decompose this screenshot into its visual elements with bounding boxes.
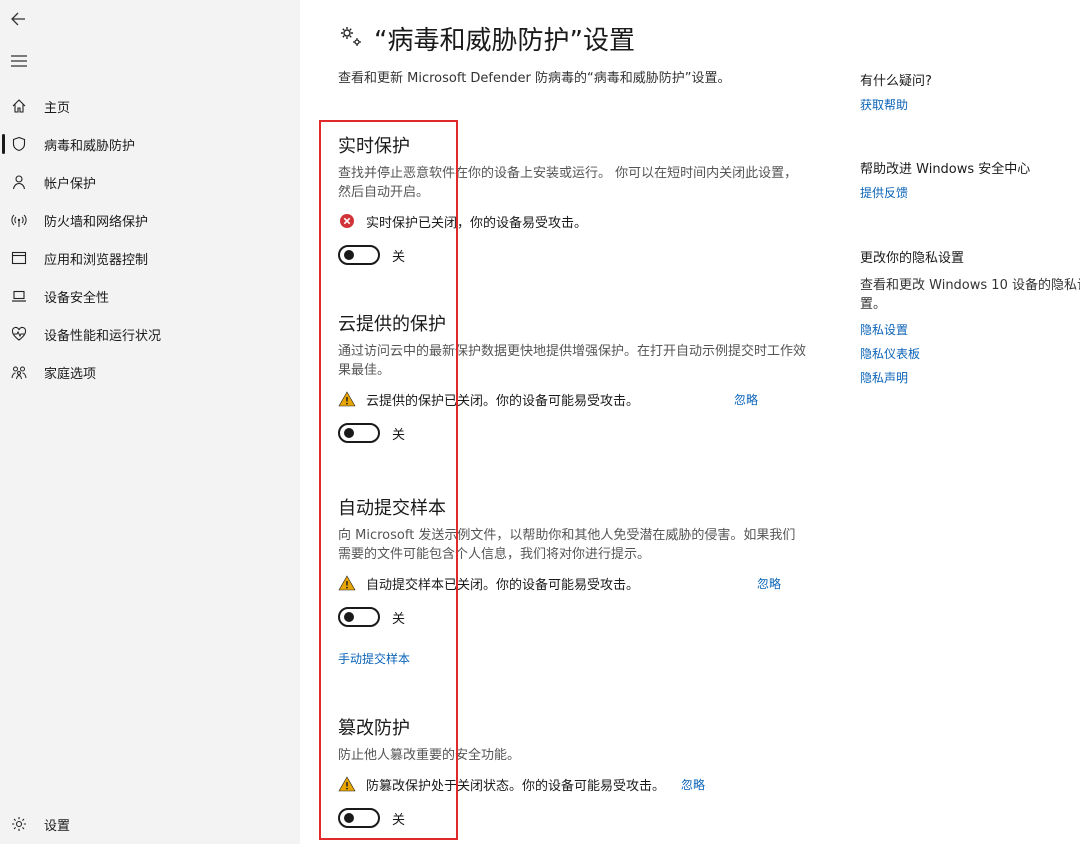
section-title: 云提供的保护 xyxy=(338,314,446,335)
section-title: 实时保护 xyxy=(338,136,410,157)
sidebar-item-label: 病毒和威胁防护 xyxy=(44,138,136,154)
toggle-row: 关 xyxy=(338,422,808,444)
back-arrow-icon xyxy=(11,12,25,26)
alert-text: 实时保护已关闭，你的设备易受攻击。 xyxy=(366,215,588,231)
privacy-dashboard-link[interactable]: 隐私仪表板 xyxy=(860,345,1080,362)
right-panel: 有什么疑问? 获取帮助 帮助改进 Windows 安全中心 提供反馈 更改你的隐… xyxy=(860,0,1080,844)
settings-gears-icon xyxy=(338,24,364,54)
page-header: “病毒和威胁防护”设置 xyxy=(338,20,635,57)
tamper-protection-toggle[interactable] xyxy=(338,808,380,828)
warning-icon xyxy=(338,775,356,793)
sidebar-item-label: 帐户保护 xyxy=(44,176,97,192)
sidebar-item-label: 设备性能和运行状况 xyxy=(44,328,162,344)
dismiss-link[interactable]: 忽略 xyxy=(757,575,781,592)
alert-text: 云提供的保护已关闭。你的设备可能易受攻击。 xyxy=(366,393,640,409)
alert-text: 防篡改保护处于关闭状态。你的设备可能易受攻击。 xyxy=(366,778,666,794)
gear-icon xyxy=(10,815,28,833)
alert-row: 防篡改保护处于关闭状态。你的设备可能易受攻击。 忽略 xyxy=(338,773,808,795)
heart-pulse-icon xyxy=(10,325,28,343)
sidebar-nav: 主页 病毒和威胁防护 帐户保护 防火墙和网络保护 应用和浏览器控制 设备安全性 … xyxy=(0,87,300,391)
section-description: 查找并停止恶意软件在你的设备上安装或运行。 你可以在短时间内关闭此设置，然后自动… xyxy=(338,166,798,200)
sidebar-item-device-security[interactable]: 设备安全性 xyxy=(0,277,300,315)
section-tamper-protection: 篡改防护 防止他人篡改重要的安全功能。 防篡改保护处于关闭状态。你的设备可能易受… xyxy=(338,714,808,829)
sidebar-item-label: 设置 xyxy=(44,818,71,834)
sidebar-item-family-options[interactable]: 家庭选项 xyxy=(0,353,300,391)
sidebar-item-device-health[interactable]: 设备性能和运行状况 xyxy=(0,315,300,353)
alert-row: 实时保护已关闭，你的设备易受攻击。 xyxy=(338,210,808,232)
sidebar-item-label: 应用和浏览器控制 xyxy=(44,252,149,268)
page-title: “病毒和威胁防护”设置 xyxy=(374,26,635,56)
sidebar-item-firewall[interactable]: 防火墙和网络保护 xyxy=(0,201,300,239)
dismiss-link[interactable]: 忽略 xyxy=(734,391,758,408)
section-title: 自动提交样本 xyxy=(338,498,446,519)
toggle-knob xyxy=(344,250,354,260)
help-title: 有什么疑问? xyxy=(860,74,932,89)
section-realtime-protection: 实时保护 查找并停止恶意软件在你的设备上安装或运行。 你可以在短时间内关闭此设置… xyxy=(338,132,808,266)
page-description: 查看和更新 Microsoft Defender 防病毒的“病毒和威胁防护”设置… xyxy=(338,71,731,86)
section-description: 防止他人篡改重要的安全功能。 xyxy=(338,748,521,763)
sidebar: 主页 病毒和威胁防护 帐户保护 防火墙和网络保护 应用和浏览器控制 设备安全性 … xyxy=(0,0,300,844)
feedback-block: 帮助改进 Windows 安全中心 提供反馈 xyxy=(860,158,1080,201)
toggle-state-label: 关 xyxy=(392,812,406,828)
auto-sample-toggle[interactable] xyxy=(338,607,380,627)
cloud-protection-toggle[interactable] xyxy=(338,423,380,443)
realtime-protection-toggle[interactable] xyxy=(338,245,380,265)
shield-icon xyxy=(10,135,28,153)
warning-icon xyxy=(338,390,356,408)
home-icon xyxy=(10,97,28,115)
get-help-link[interactable]: 获取帮助 xyxy=(860,96,1080,113)
menu-button[interactable] xyxy=(8,50,30,72)
alert-row: 云提供的保护已关闭。你的设备可能易受攻击。 忽略 xyxy=(338,388,808,410)
toggle-row: 关 xyxy=(338,807,808,829)
privacy-text: 查看和更改 Windows 10 设备的隐私设置。 xyxy=(860,278,1080,312)
alert-row: 自动提交样本已关闭。你的设备可能易受攻击。 忽略 xyxy=(338,572,808,594)
give-feedback-link[interactable]: 提供反馈 xyxy=(860,184,1080,201)
sidebar-item-label: 主页 xyxy=(44,100,71,116)
help-block: 有什么疑问? 获取帮助 xyxy=(860,70,1080,113)
sidebar-item-app-browser-control[interactable]: 应用和浏览器控制 xyxy=(0,239,300,277)
sidebar-item-label: 防火墙和网络保护 xyxy=(44,214,149,230)
toggle-knob xyxy=(344,612,354,622)
section-description: 通过访问云中的最新保护数据更快地提供增强保护。在打开自动示例提交时工作效果最佳。 xyxy=(338,344,807,378)
sidebar-item-account-protection[interactable]: 帐户保护 xyxy=(0,163,300,201)
sidebar-item-virus-protection[interactable]: 病毒和威胁防护 xyxy=(0,125,300,163)
privacy-settings-link[interactable]: 隐私设置 xyxy=(860,321,1080,338)
sidebar-item-home[interactable]: 主页 xyxy=(0,87,300,125)
alert-text: 自动提交样本已关闭。你的设备可能易受攻击。 xyxy=(366,577,640,593)
toggle-state-label: 关 xyxy=(392,249,406,265)
section-cloud-protection: 云提供的保护 通过访问云中的最新保护数据更快地提供增强保护。在打开自动示例提交时… xyxy=(338,310,808,444)
manual-submit-sample-link[interactable]: 手动提交样本 xyxy=(338,652,410,666)
family-icon xyxy=(10,363,28,381)
error-icon xyxy=(338,212,356,230)
section-auto-sample-submission: 自动提交样本 向 Microsoft 发送示例文件，以帮助你和其他人免受潜在威胁… xyxy=(338,494,808,667)
warning-icon xyxy=(338,574,356,592)
privacy-title: 更改你的隐私设置 xyxy=(860,251,965,266)
toggle-row: 关 xyxy=(338,244,808,266)
feedback-title: 帮助改进 Windows 安全中心 xyxy=(860,162,1031,177)
toggle-state-label: 关 xyxy=(392,611,406,627)
browser-window-icon xyxy=(10,249,28,267)
wifi-icon xyxy=(10,211,28,229)
person-icon xyxy=(10,173,28,191)
section-title: 篡改防护 xyxy=(338,718,410,739)
privacy-statement-link[interactable]: 隐私声明 xyxy=(860,369,1080,386)
section-description: 向 Microsoft 发送示例文件，以帮助你和其他人免受潜在威胁的侵害。如果我… xyxy=(338,528,796,562)
toggle-knob xyxy=(344,428,354,438)
back-button[interactable] xyxy=(8,8,30,30)
toggle-knob xyxy=(344,813,354,823)
sidebar-item-label: 家庭选项 xyxy=(44,366,97,382)
sidebar-item-settings[interactable]: 设置 xyxy=(0,805,300,843)
hamburger-menu-icon xyxy=(11,55,27,67)
privacy-block: 更改你的隐私设置 查看和更改 Windows 10 设备的隐私设置。 隐私设置 … xyxy=(860,247,1080,386)
sidebar-item-label: 设备安全性 xyxy=(44,290,110,306)
toggle-state-label: 关 xyxy=(392,427,406,443)
toggle-row: 关 xyxy=(338,606,808,628)
main-content: “病毒和威胁防护”设置 查看和更新 Microsoft Defender 防病毒… xyxy=(300,0,840,844)
dismiss-link[interactable]: 忽略 xyxy=(681,776,705,793)
laptop-icon xyxy=(10,287,28,305)
